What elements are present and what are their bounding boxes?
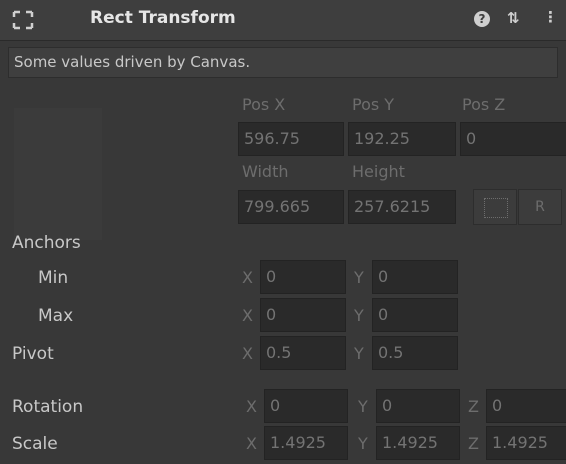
pivot-x-axis: X bbox=[242, 344, 253, 363]
anchors-max-x-axis: X bbox=[242, 306, 253, 325]
pos-z-field[interactable]: 0 bbox=[460, 122, 566, 156]
anchors-min-label: Min bbox=[38, 268, 69, 288]
scale-z-axis: Z bbox=[468, 434, 479, 453]
anchors-min-y-field[interactable]: 0 bbox=[372, 260, 458, 294]
height-field[interactable]: 257.6215 bbox=[348, 190, 456, 224]
width-field[interactable]: 799.665 bbox=[238, 190, 344, 224]
height-label: Height bbox=[352, 162, 405, 181]
scale-x-axis: X bbox=[246, 434, 257, 453]
anchors-min-x-field[interactable]: 0 bbox=[260, 260, 346, 294]
scale-y-field[interactable]: 1.4925 bbox=[376, 426, 460, 460]
blueprint-mode-button[interactable] bbox=[473, 189, 517, 225]
preset-icon[interactable]: ⇅ bbox=[507, 9, 520, 27]
pivot-y-axis: Y bbox=[354, 344, 364, 363]
anchors-max-x-field[interactable]: 0 bbox=[260, 298, 346, 332]
anchors-min-x-axis: X bbox=[242, 268, 253, 287]
driven-notice-text: Some values driven by Canvas. bbox=[14, 53, 251, 71]
context-menu-icon[interactable]: ⋮ bbox=[543, 8, 558, 26]
pos-z-label: Pos Z bbox=[462, 95, 506, 114]
rotation-x-field[interactable]: 0 bbox=[264, 389, 348, 423]
scale-y-axis: Y bbox=[358, 434, 368, 453]
anchors-label[interactable]: Anchors bbox=[12, 233, 81, 253]
scale-z-field[interactable]: 1.4925 bbox=[486, 426, 566, 460]
rotation-z-axis: Z bbox=[468, 397, 479, 416]
rect-transform-icon[interactable] bbox=[12, 10, 34, 30]
component-title[interactable]: Rect Transform bbox=[90, 8, 236, 28]
pivot-label: Pivot bbox=[12, 344, 54, 364]
anchor-presets-button[interactable] bbox=[14, 108, 102, 240]
pos-x-label: Pos X bbox=[242, 95, 286, 114]
help-icon[interactable]: ? bbox=[474, 11, 490, 27]
rotation-z-field[interactable]: 0 bbox=[486, 389, 566, 423]
rotation-y-axis: Y bbox=[358, 397, 368, 416]
pos-y-label: Pos Y bbox=[352, 95, 395, 114]
anchors-max-label: Max bbox=[38, 306, 74, 326]
anchors-max-y-field[interactable]: 0 bbox=[372, 298, 458, 332]
anchors-min-y-axis: Y bbox=[354, 268, 364, 287]
rotation-x-axis: X bbox=[246, 397, 257, 416]
pos-x-field[interactable]: 596.75 bbox=[238, 122, 344, 156]
pivot-x-field[interactable]: 0.5 bbox=[260, 336, 346, 370]
rotation-y-field[interactable]: 0 bbox=[376, 389, 460, 423]
rotation-label: Rotation bbox=[12, 397, 84, 417]
scale-x-field[interactable]: 1.4925 bbox=[264, 426, 348, 460]
pos-y-field[interactable]: 192.25 bbox=[348, 122, 456, 156]
pivot-y-field[interactable]: 0.5 bbox=[372, 336, 458, 370]
anchors-max-y-axis: Y bbox=[354, 306, 364, 325]
width-label: Width bbox=[242, 162, 289, 181]
blueprint-icon bbox=[484, 198, 508, 218]
scale-label: Scale bbox=[12, 434, 58, 454]
raw-edit-button[interactable]: R bbox=[518, 189, 562, 225]
